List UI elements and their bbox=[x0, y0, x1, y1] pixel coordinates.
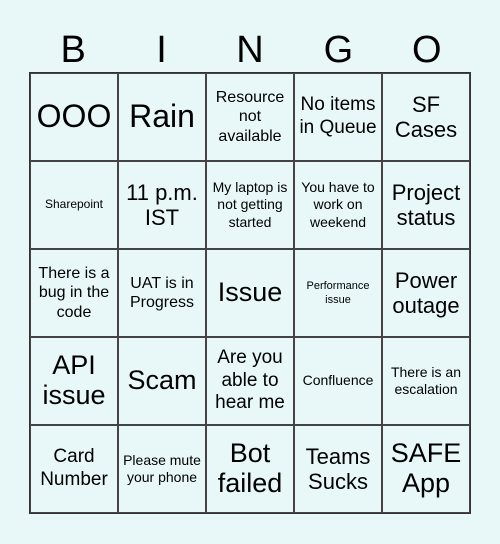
bingo-cell[interactable]: Rain bbox=[118, 73, 206, 161]
bingo-cell[interactable]: There is an escalation bbox=[382, 337, 470, 425]
bingo-cell[interactable]: Bot failed bbox=[206, 425, 294, 513]
bingo-cell[interactable]: Issue bbox=[206, 249, 294, 337]
bingo-cell[interactable]: Are you able to hear me bbox=[206, 337, 294, 425]
bingo-cell[interactable]: 11 p.m. IST bbox=[118, 161, 206, 249]
bingo-header: B I N G O bbox=[29, 28, 471, 72]
bingo-cell[interactable]: API issue bbox=[30, 337, 118, 425]
bingo-cell[interactable]: Card Number bbox=[30, 425, 118, 513]
bingo-cell[interactable]: SF Cases bbox=[382, 73, 470, 161]
bingo-cell[interactable]: UAT is in Progress bbox=[118, 249, 206, 337]
bingo-cell[interactable]: No items in Queue bbox=[294, 73, 382, 161]
header-letter-o: O bbox=[411, 29, 442, 71]
bingo-cell[interactable]: SAFE App bbox=[382, 425, 470, 513]
bingo-cell[interactable]: Confluence bbox=[294, 337, 382, 425]
bingo-card: OOO Rain Resource not available No items… bbox=[29, 72, 471, 514]
header-letter-g: G bbox=[323, 29, 354, 71]
bingo-cell[interactable]: Performance issue bbox=[294, 249, 382, 337]
bingo-cell[interactable]: OOO bbox=[30, 73, 118, 161]
header-letter-b: B bbox=[60, 29, 86, 71]
bingo-cell[interactable]: Please mute your phone bbox=[118, 425, 206, 513]
header-letter-i: I bbox=[156, 29, 167, 71]
bingo-cell[interactable]: My laptop is not getting started bbox=[206, 161, 294, 249]
bingo-cell[interactable]: Resource not available bbox=[206, 73, 294, 161]
bingo-cell[interactable]: Power outage bbox=[382, 249, 470, 337]
bingo-cell[interactable]: Scam bbox=[118, 337, 206, 425]
bingo-cell[interactable]: There is a bug in the code bbox=[30, 249, 118, 337]
bingo-cell[interactable]: Project status bbox=[382, 161, 470, 249]
header-letter-n: N bbox=[236, 29, 264, 71]
bingo-cell[interactable]: Sharepoint bbox=[30, 161, 118, 249]
bingo-cell[interactable]: Teams Sucks bbox=[294, 425, 382, 513]
bingo-cell[interactable]: You have to work on weekend bbox=[294, 161, 382, 249]
